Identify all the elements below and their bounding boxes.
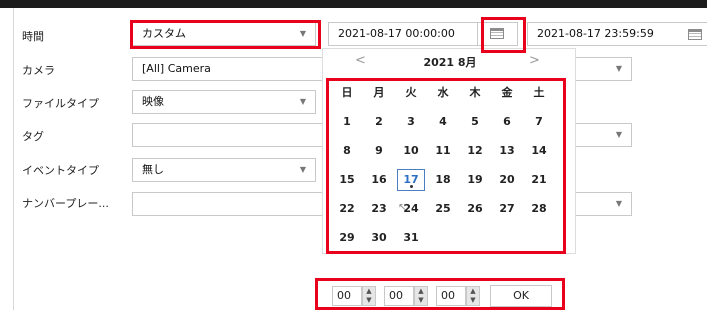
chevron-down-icon: ▼ (615, 64, 622, 73)
left-divider (13, 8, 14, 310)
day-cell[interactable]: 7 (525, 111, 553, 133)
top-bar (0, 0, 707, 8)
date-picker-popup: < 2021 8月 > 日 月 火 水 木 金 土 1 2 3 4 5 6 7 … (322, 48, 576, 254)
weekday-sun: 日 (341, 86, 353, 99)
start-datetime-value: 2021-08-17 00:00:00 (338, 27, 455, 40)
plate-input[interactable] (132, 192, 324, 216)
eventtype-label: イベントタイプ (22, 164, 99, 177)
weekday-wed: 水 (437, 86, 449, 99)
filetype-select-value: 映像 (142, 95, 164, 108)
start-datetime-input[interactable]: 2021-08-17 00:00:00 (328, 22, 478, 46)
day-cell[interactable]: 31 (397, 227, 425, 249)
weekday-thu: 木 (469, 86, 481, 99)
weekday-fri: 金 (501, 86, 513, 99)
day-cell[interactable]: 4 (429, 111, 457, 133)
time-select-value: カスタム (142, 27, 186, 40)
day-cell[interactable]: 1 (333, 111, 361, 133)
day-cell[interactable]: 2 (365, 111, 393, 133)
day-cell[interactable]: 6 (493, 111, 521, 133)
day-cell[interactable]: 28 (525, 198, 553, 220)
day-cell[interactable]: 19 (461, 169, 489, 191)
tag-input[interactable] (132, 123, 324, 147)
next-month-button[interactable]: > (529, 53, 540, 68)
end-calendar-icon[interactable] (688, 29, 702, 40)
hour-input[interactable]: 00 (332, 286, 362, 306)
day-cell[interactable]: 21 (525, 169, 553, 191)
end-datetime-input[interactable]: 2021-08-17 23:59:59 (527, 22, 707, 46)
day-cell[interactable]: 11 (429, 140, 457, 162)
ok-button[interactable]: OK (490, 285, 552, 307)
weekday-sat: 土 (533, 86, 545, 99)
day-cell[interactable]: 20 (493, 169, 521, 191)
day-cell[interactable]: 30 (365, 227, 393, 249)
camera-select[interactable]: [All] Camera (132, 57, 324, 81)
time-select[interactable]: カスタム ▼ (132, 22, 316, 46)
filetype-select[interactable]: 映像 ▼ (132, 90, 316, 114)
second-spinner-icon[interactable]: ▲ ▼ (466, 286, 480, 306)
day-cell[interactable]: 16 (365, 169, 393, 191)
minute-input[interactable]: 00 (384, 286, 414, 306)
day-cell[interactable]: 3 (397, 111, 425, 133)
day-cell[interactable]: 13 (493, 140, 521, 162)
day-cell[interactable]: 26 (461, 198, 489, 220)
start-calendar-button[interactable] (478, 22, 518, 46)
filetype-label: ファイルタイプ (22, 97, 99, 110)
time-picker: 00 ▲ ▼ 00 ▲ ▼ 00 ▲ ▼ OK (322, 283, 562, 309)
day-cell[interactable]: 8 (333, 140, 361, 162)
day-cell[interactable]: 25 (429, 198, 457, 220)
second-input[interactable]: 00 (436, 286, 466, 306)
calendar-icon (490, 28, 504, 39)
minute-spinner-icon[interactable]: ▲ ▼ (414, 286, 428, 306)
day-cell-selected[interactable]: 17 (397, 169, 425, 191)
day-cell[interactable]: 29 (333, 227, 361, 249)
chevron-down-icon: ▼ (615, 199, 622, 208)
weekday-mon: 月 (373, 86, 385, 99)
plate-label: ナンバープレー... (22, 197, 109, 210)
day-cell[interactable]: 12 (461, 140, 489, 162)
hour-spinner-icon[interactable]: ▲ ▼ (362, 286, 376, 306)
day-cell[interactable]: 23 (365, 198, 393, 220)
day-cell[interactable]: 14 (525, 140, 553, 162)
camera-select-value: [All] Camera (142, 62, 211, 75)
day-cell[interactable]: 22 (333, 198, 361, 220)
tag-label: タグ (22, 130, 44, 143)
mouse-cursor-icon: ↖ (398, 202, 407, 213)
weekday-tue: 火 (405, 86, 417, 99)
eventtype-select-value: 無し (142, 163, 164, 176)
day-cell[interactable]: 10 (397, 140, 425, 162)
camera-label: カメラ (22, 64, 55, 77)
day-cell[interactable]: 5 (461, 111, 489, 133)
chevron-down-icon: ▼ (299, 165, 306, 174)
chevron-down-icon: ▼ (299, 29, 306, 38)
eventtype-select[interactable]: 無し ▼ (132, 158, 316, 182)
day-cell[interactable]: 18 (429, 169, 457, 191)
time-label: 時間 (22, 30, 44, 43)
day-cell[interactable]: 15 (333, 169, 361, 191)
day-cell[interactable]: 9 (365, 140, 393, 162)
chevron-down-icon: ▼ (299, 97, 306, 106)
today-dot-icon (410, 185, 413, 188)
day-cell[interactable]: 27 (493, 198, 521, 220)
chevron-down-icon: ▼ (615, 130, 622, 139)
end-datetime-value: 2021-08-17 23:59:59 (537, 27, 654, 40)
